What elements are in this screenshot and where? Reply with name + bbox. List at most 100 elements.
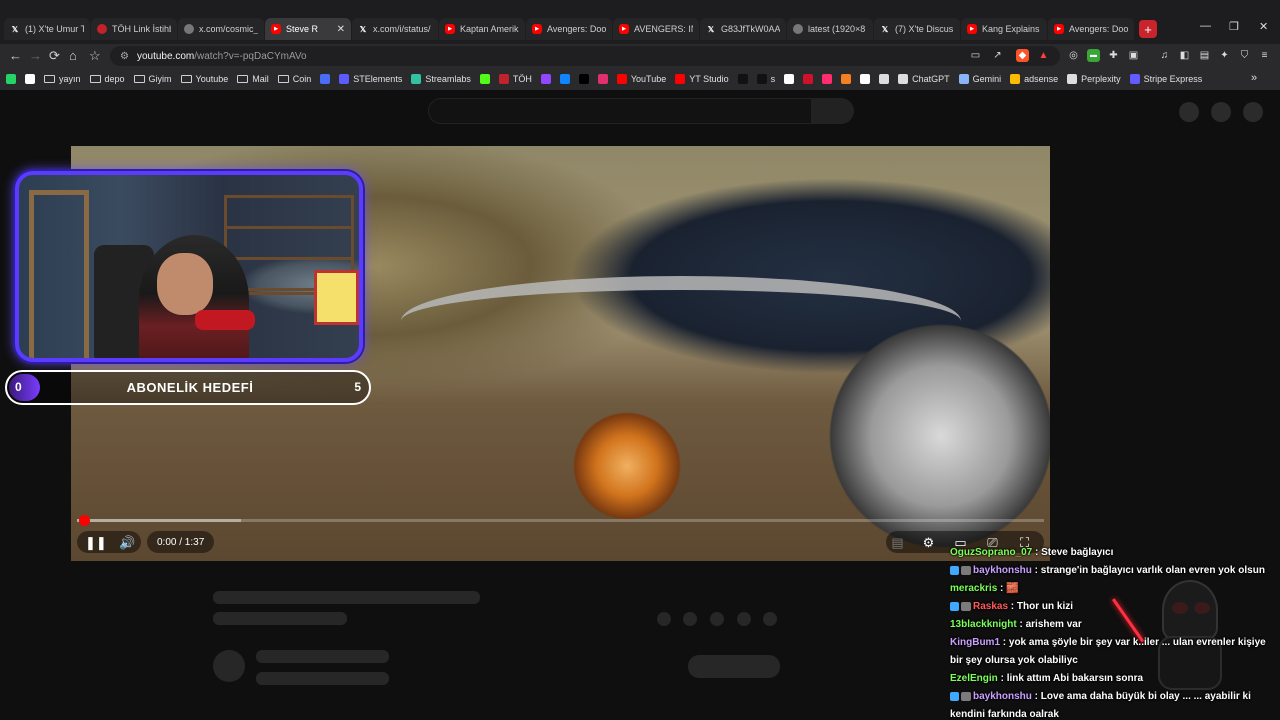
home-button[interactable]: ⌂ xyxy=(69,48,77,64)
browser-tab[interactable]: ▶ Kang Explains xyxy=(961,18,1047,40)
browser-tab[interactable]: ▶ Avengers: Doo xyxy=(1048,18,1134,40)
bookmark-yt-studio[interactable]: YT Studio xyxy=(675,74,729,84)
folder-icon xyxy=(133,75,145,83)
bookmark-google[interactable] xyxy=(25,74,35,84)
bookmark-star-button[interactable]: ☆ xyxy=(89,48,101,64)
leo-ai-icon[interactable]: ✦ xyxy=(1218,49,1231,62)
subscriber-goal-title: ABONELİK HEDEFİ xyxy=(126,380,254,395)
channel-subs-placeholder xyxy=(256,672,389,685)
browser-tab[interactable]: TÖH Link İstihb xyxy=(91,18,177,40)
install-app-icon[interactable]: ▭ xyxy=(969,49,982,62)
bookmark-instagram[interactable] xyxy=(597,74,608,84)
minimize-button[interactable]: — xyxy=(1200,20,1211,32)
brave-shields-icon[interactable]: ◆ xyxy=(1016,49,1029,62)
browser-tab-label: x.com/cosmic_ xyxy=(199,24,258,34)
bookmark-adsense[interactable]: adsense xyxy=(1010,74,1058,84)
extension-green-icon[interactable]: ▬ xyxy=(1087,49,1100,62)
media-control-icon[interactable]: ♫ xyxy=(1158,49,1171,62)
stack-icon xyxy=(879,74,890,84)
bookmark-stripe-express[interactable]: Stripe Express xyxy=(1129,74,1202,84)
menu-icon[interactable]: ≡ xyxy=(1258,49,1271,62)
extension-box-icon[interactable]: ▣ xyxy=(1127,49,1140,62)
site-info-icon[interactable]: ⚙ xyxy=(120,51,129,62)
scrubber-handle[interactable] xyxy=(79,515,90,526)
browser-tab[interactable]: latest (1920×8 xyxy=(787,18,873,40)
browser-tab-label: Avengers: Doo xyxy=(1069,24,1128,34)
browser-tab[interactable]: ▶ Kaptan Amerik xyxy=(439,18,525,40)
browser-tab-label: x.com/i/status/ xyxy=(373,24,431,34)
brave-rewards-icon[interactable]: ▲ xyxy=(1037,49,1050,62)
pause-icon[interactable]: ❚❚ xyxy=(85,535,107,550)
youtube-search-button[interactable] xyxy=(812,98,854,124)
youtube-favicon-icon: ▶ xyxy=(445,24,455,34)
gemini-icon xyxy=(958,74,969,84)
bookmark-gemini[interactable]: Gemini xyxy=(958,74,1001,84)
bookmark-s[interactable]: s xyxy=(756,74,775,84)
browser-tab[interactable]: x.com/cosmic_ xyxy=(178,18,264,40)
url-bar[interactable]: ⚙ youtube.com/watch?v=-pqDaCYmAVo xyxy=(110,46,1060,66)
bookmark-pink-icon[interactable] xyxy=(822,74,833,84)
bookmark-depo[interactable]: depo xyxy=(89,74,125,84)
bookmark-whatsapp[interactable] xyxy=(6,74,16,84)
volume-icon[interactable]: 🔊 xyxy=(119,535,135,550)
bookmark-youtube[interactable]: YouTube xyxy=(616,74,666,84)
browser-tab[interactable]: 𝕏 G83JfTkW0AA xyxy=(700,18,786,40)
bookmark-x[interactable] xyxy=(578,74,589,84)
maximize-button[interactable]: ❐ xyxy=(1229,20,1239,33)
kick-icon xyxy=(479,74,490,84)
bookmark-tiktok[interactable] xyxy=(737,74,748,84)
bookmark-stelements[interactable]: STElements xyxy=(339,74,402,84)
notifications-icon[interactable] xyxy=(1211,102,1231,122)
bookmark-chatgpt[interactable]: ChatGPT xyxy=(898,74,950,84)
bookmark-red-icon[interactable] xyxy=(803,74,814,84)
close-tab-icon[interactable]: ✕ xyxy=(337,24,345,35)
subtitles-icon[interactable]: ▤ xyxy=(890,535,905,550)
browser-tab[interactable]: 𝕏 (7) X'te Discus xyxy=(874,18,960,40)
bookmark-coin[interactable]: Coin xyxy=(277,74,311,84)
video-progress-bar[interactable] xyxy=(77,515,1044,526)
bookmark-label: Mail xyxy=(252,74,269,84)
bookmark-r[interactable] xyxy=(320,74,331,84)
site-favicon-icon xyxy=(793,24,803,34)
browser-tab[interactable]: 𝕏x.com/i/status/ xyxy=(352,18,438,40)
bookmark-notion[interactable] xyxy=(860,74,871,84)
bookmark-orange-icon[interactable] xyxy=(841,74,852,84)
wallet-icon[interactable]: ▤ xyxy=(1198,49,1211,62)
browser-tab[interactable]: ▶ Steve R ✕ xyxy=(265,18,351,40)
avatar[interactable] xyxy=(1243,102,1263,122)
bookmark-bluesky[interactable] xyxy=(559,74,570,84)
sidebar-icon[interactable]: ◧ xyxy=(1178,49,1191,62)
bookmark-kick[interactable] xyxy=(479,74,490,84)
close-window-button[interactable]: ✕ xyxy=(1259,20,1268,33)
bookmark-twitch[interactable] xyxy=(540,74,551,84)
bookmark-giyim[interactable]: Giyim xyxy=(133,74,172,84)
bookmark-youtube[interactable]: Youtube xyxy=(180,74,228,84)
back-button[interactable]: ← xyxy=(9,48,22,64)
reload-button[interactable]: ⟳ xyxy=(49,48,60,64)
extensions-puzzle-icon[interactable]: ✚ xyxy=(1107,49,1120,62)
forward-button[interactable]: → xyxy=(29,48,42,64)
folder-icon xyxy=(277,75,289,83)
create-icon[interactable] xyxy=(1179,102,1199,122)
bookmark-stack[interactable] xyxy=(879,74,890,84)
chatgpt-icon xyxy=(898,74,909,84)
browser-tab[interactable]: ▶ Avengers: Doo xyxy=(526,18,612,40)
new-tab-button[interactable]: + xyxy=(1139,20,1157,38)
browser-tab[interactable]: 𝕏 (1) X'te Umur T xyxy=(4,18,90,40)
bookmarks-overflow-button[interactable]: » xyxy=(1251,72,1257,84)
settings-icon[interactable]: ⚙ xyxy=(921,535,936,550)
extension-glasses-icon[interactable]: ◎ xyxy=(1067,49,1080,62)
bookmark-mail[interactable]: Mail xyxy=(237,74,269,84)
share-icon[interactable]: ↗ xyxy=(991,49,1004,62)
bookmark-perplexity[interactable]: Perplexity xyxy=(1067,74,1121,84)
bookmark-töh[interactable]: TÖH xyxy=(498,74,532,84)
chat-separator: : xyxy=(1008,601,1017,612)
bookmark-circle[interactable] xyxy=(784,74,795,84)
vpn-icon[interactable]: ⛉ xyxy=(1238,49,1251,62)
bookmark-yayın[interactable]: yayın xyxy=(44,74,81,84)
bookmark-streamlabs[interactable]: Streamlabs xyxy=(411,74,471,84)
browser-tab[interactable]: ▶ AVENGERS: INF xyxy=(613,18,699,40)
youtube-search-input[interactable] xyxy=(428,98,812,124)
stripe-icon xyxy=(1129,74,1140,84)
bookmark-label: STElements xyxy=(353,74,403,84)
